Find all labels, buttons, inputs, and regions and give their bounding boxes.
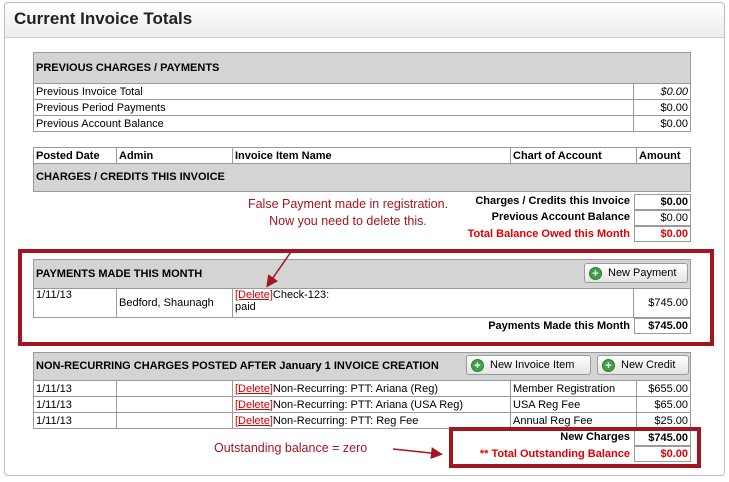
col-posted-date: Posted Date: [33, 147, 117, 164]
annotation-false-payment: False Payment made in registration. Now …: [247, 197, 449, 228]
table-row: Previous Account Balance $0.00: [33, 115, 691, 132]
row-value: $0.00: [633, 83, 691, 100]
plus-icon: +: [471, 358, 484, 372]
charges-credits-header: CHARGES / CREDITS THIS INVOICE: [33, 163, 691, 192]
col-admin: Admin: [116, 147, 233, 164]
table-row: Previous Invoice Total $0.00: [33, 83, 691, 100]
previous-charges-table: Previous Invoice Total $0.00 Previous Pe…: [33, 83, 691, 132]
prev-balance-label: Previous Account Balance: [491, 211, 630, 223]
row-label: Previous Period Payments: [33, 99, 634, 116]
prev-balance-value: $0.00: [634, 210, 691, 226]
charges-credits-value: $0.00: [634, 194, 691, 210]
panel-header: Current Invoice Totals: [5, 3, 724, 38]
table-row: 1/11/13 [Delete]Non-Recurring: PTT: Aria…: [33, 380, 691, 397]
charges-credits-label: Charges / Credits this Invoice: [475, 195, 630, 207]
total-owed-value: $0.00: [634, 226, 691, 242]
col-amount: Amount: [636, 147, 691, 164]
plus-icon: +: [602, 358, 615, 372]
previous-charges-header: PREVIOUS CHARGES / PAYMENTS: [33, 52, 691, 84]
row-value: $0.00: [633, 99, 691, 116]
col-invoice-item: Invoice Item Name: [232, 147, 511, 164]
delete-item-link[interactable]: [Delete]: [235, 415, 273, 427]
column-headers: Posted Date Admin Invoice Item Name Char…: [33, 147, 691, 164]
table-row: Previous Period Payments $0.00: [33, 99, 691, 116]
total-owed-label: Total Balance Owed this Month: [467, 228, 630, 240]
page-title: Current Invoice Totals: [14, 9, 193, 28]
row-label: Previous Account Balance: [33, 115, 634, 132]
table-row: 1/11/13 [Delete]Non-Recurring: PTT: Aria…: [33, 396, 691, 413]
col-chart-of-account: Chart of Account: [510, 147, 637, 164]
row-value: $0.00: [633, 115, 691, 132]
row-label: Previous Invoice Total: [33, 83, 634, 100]
nonrecurring-table: 1/11/13 [Delete]Non-Recurring: PTT: Aria…: [33, 380, 691, 429]
outstanding-highlight-box: [449, 427, 701, 468]
payments-highlight-box: [18, 249, 714, 346]
delete-item-link[interactable]: [Delete]: [235, 399, 273, 411]
new-credit-button[interactable]: + New Credit: [597, 355, 689, 375]
new-invoice-item-button[interactable]: + New Invoice Item: [466, 355, 591, 375]
annotation-outstanding-zero: Outstanding balance = zero: [214, 441, 368, 455]
nonrecurring-header: NON-RECURRING CHARGES POSTED AFTER Janua…: [33, 352, 691, 381]
delete-item-link[interactable]: [Delete]: [235, 383, 273, 395]
